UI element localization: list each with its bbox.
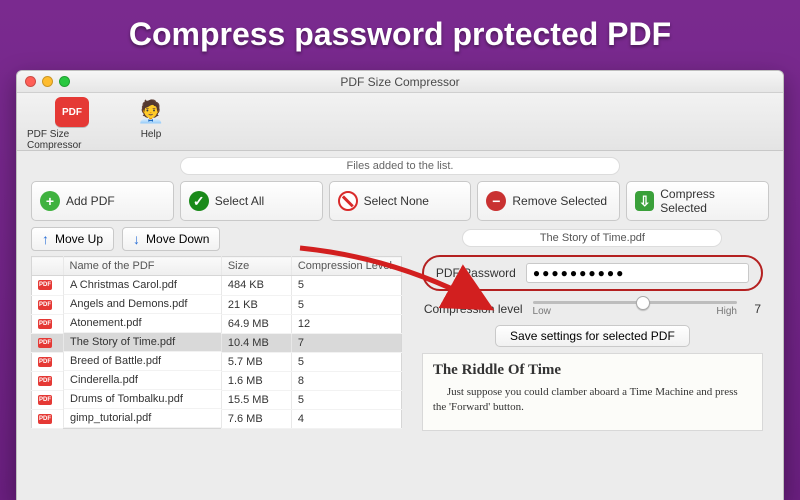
selected-filename: The Story of Time.pdf [462,229,722,247]
compression-label: Compression level [424,302,523,316]
minus-icon: − [486,191,506,211]
password-input[interactable] [526,263,749,283]
file-level-cell: 5 [291,390,401,409]
preview-body: Just suppose you could clamber aboard a … [433,385,752,415]
pdf-file-icon: PDF [38,395,52,405]
file-size-cell: 1.6 MB [221,371,291,390]
file-level-cell: 7 [291,333,401,352]
table-row[interactable]: PDF A Christmas Carol.pdf484 KB5 [32,276,402,296]
action-row: + Add PDF ✓ Select All Select None − Rem… [31,181,769,221]
pdf-file-icon: PDF [38,414,52,424]
col-name[interactable]: Name of the PDF [63,257,221,276]
file-level-cell: 8 [291,371,401,390]
file-size-cell: 15.5 MB [221,390,291,409]
compression-slider[interactable] [533,301,737,304]
file-name-cell: Cinderella.pdf [63,371,221,390]
remove-selected-label: Remove Selected [512,194,607,208]
col-size[interactable]: Size [221,257,291,276]
table-row[interactable]: PDF Angels and Demons.pdf21 KB5 [32,295,402,314]
table-row[interactable]: PDF Breed of Battle.pdf5.7 MB5 [32,352,402,371]
file-name-cell: Breed of Battle.pdf [63,352,221,371]
file-name-cell: A Christmas Carol.pdf [63,276,221,295]
table-row[interactable]: PDF gimp_tutorial.pdf7.6 MB4 [32,409,402,429]
move-up-label: Move Up [55,232,103,246]
file-name-cell: Drums of Tombalku.pdf [63,390,221,409]
move-down-button[interactable]: ↓ Move Down [122,227,220,251]
file-name-cell: Angels and Demons.pdf [63,295,221,314]
password-row: PDF Password [422,255,763,291]
slider-high-label: High [716,306,737,317]
pdf-file-icon: PDF [38,338,52,348]
select-none-button[interactable]: Select None [329,181,472,221]
toolbar-app-button[interactable]: PDF PDF Size Compressor [27,97,117,151]
compress-selected-label: Compress Selected [660,187,760,215]
help-icon: 🧑‍💼 [138,97,164,127]
plus-icon: + [40,191,60,211]
file-size-cell: 484 KB [221,276,291,296]
file-level-cell: 5 [291,352,401,371]
file-size-cell: 5.7 MB [221,352,291,371]
toolbar-help-button[interactable]: 🧑‍💼 Help [131,97,171,140]
slider-low-label: Low [533,306,551,317]
file-level-cell: 4 [291,409,401,429]
pdf-file-icon: PDF [38,376,52,386]
file-level-cell: 5 [291,295,401,314]
titlebar: PDF Size Compressor [17,71,783,93]
file-table[interactable]: Name of the PDF Size Compression Level P… [31,256,402,429]
move-up-button[interactable]: ↑ Move Up [31,227,114,251]
pdf-file-icon: PDF [38,319,52,329]
toolbar-help-label: Help [141,129,162,140]
save-settings-button[interactable]: Save settings for selected PDF [495,325,690,347]
select-all-label: Select All [215,194,264,208]
app-window: PDF Size Compressor PDF PDF Size Compres… [16,70,784,500]
file-size-cell: 64.9 MB [221,314,291,333]
file-name-cell: Atonement.pdf [63,314,221,333]
close-icon[interactable] [25,76,36,87]
table-row[interactable]: PDF The Story of Time.pdf10.4 MB7 [32,333,402,352]
toolbar-app-label: PDF Size Compressor [27,129,117,151]
table-row[interactable]: PDF Atonement.pdf64.9 MB12 [32,314,402,333]
minimize-icon[interactable] [42,76,53,87]
toolbar: PDF PDF Size Compressor 🧑‍💼 Help [17,93,783,151]
add-pdf-label: Add PDF [66,194,115,208]
move-down-label: Move Down [146,232,209,246]
compress-selected-button[interactable]: ⇩ Compress Selected [626,181,769,221]
table-row[interactable]: PDF Cinderella.pdf1.6 MB8 [32,371,402,390]
remove-selected-button[interactable]: − Remove Selected [477,181,620,221]
compress-icon: ⇩ [635,191,654,211]
pdf-preview: The Riddle Of Time Just suppose you coul… [422,353,763,431]
file-size-cell: 10.4 MB [221,333,291,352]
select-none-label: Select None [364,194,429,208]
file-name-cell: gimp_tutorial.pdf [63,409,221,428]
col-level[interactable]: Compression Level [291,257,401,276]
file-size-cell: 21 KB [221,295,291,314]
add-pdf-button[interactable]: + Add PDF [31,181,174,221]
pdf-app-icon: PDF [55,97,89,127]
arrow-up-icon: ↑ [42,231,49,247]
check-icon: ✓ [189,191,209,211]
zoom-icon[interactable] [59,76,70,87]
table-row[interactable]: PDF Drums of Tombalku.pdf15.5 MB5 [32,390,402,409]
file-size-cell: 7.6 MB [221,409,291,429]
pdf-file-icon: PDF [38,357,52,367]
file-level-cell: 5 [291,276,401,296]
preview-title: The Riddle Of Time [433,362,752,379]
prohibit-icon [338,191,358,211]
pdf-file-icon: PDF [38,300,52,310]
file-level-cell: 12 [291,314,401,333]
status-message: Files added to the list. [180,157,620,175]
window-title: PDF Size Compressor [17,75,783,89]
file-name-cell: The Story of Time.pdf [63,333,221,352]
pdf-file-icon: PDF [38,280,52,290]
select-all-button[interactable]: ✓ Select All [180,181,323,221]
arrow-down-icon: ↓ [133,231,140,247]
window-controls [25,76,70,87]
password-label: PDF Password [436,266,516,280]
marketing-headline: Compress password protected PDF [0,0,800,63]
compression-value: 7 [747,302,761,316]
